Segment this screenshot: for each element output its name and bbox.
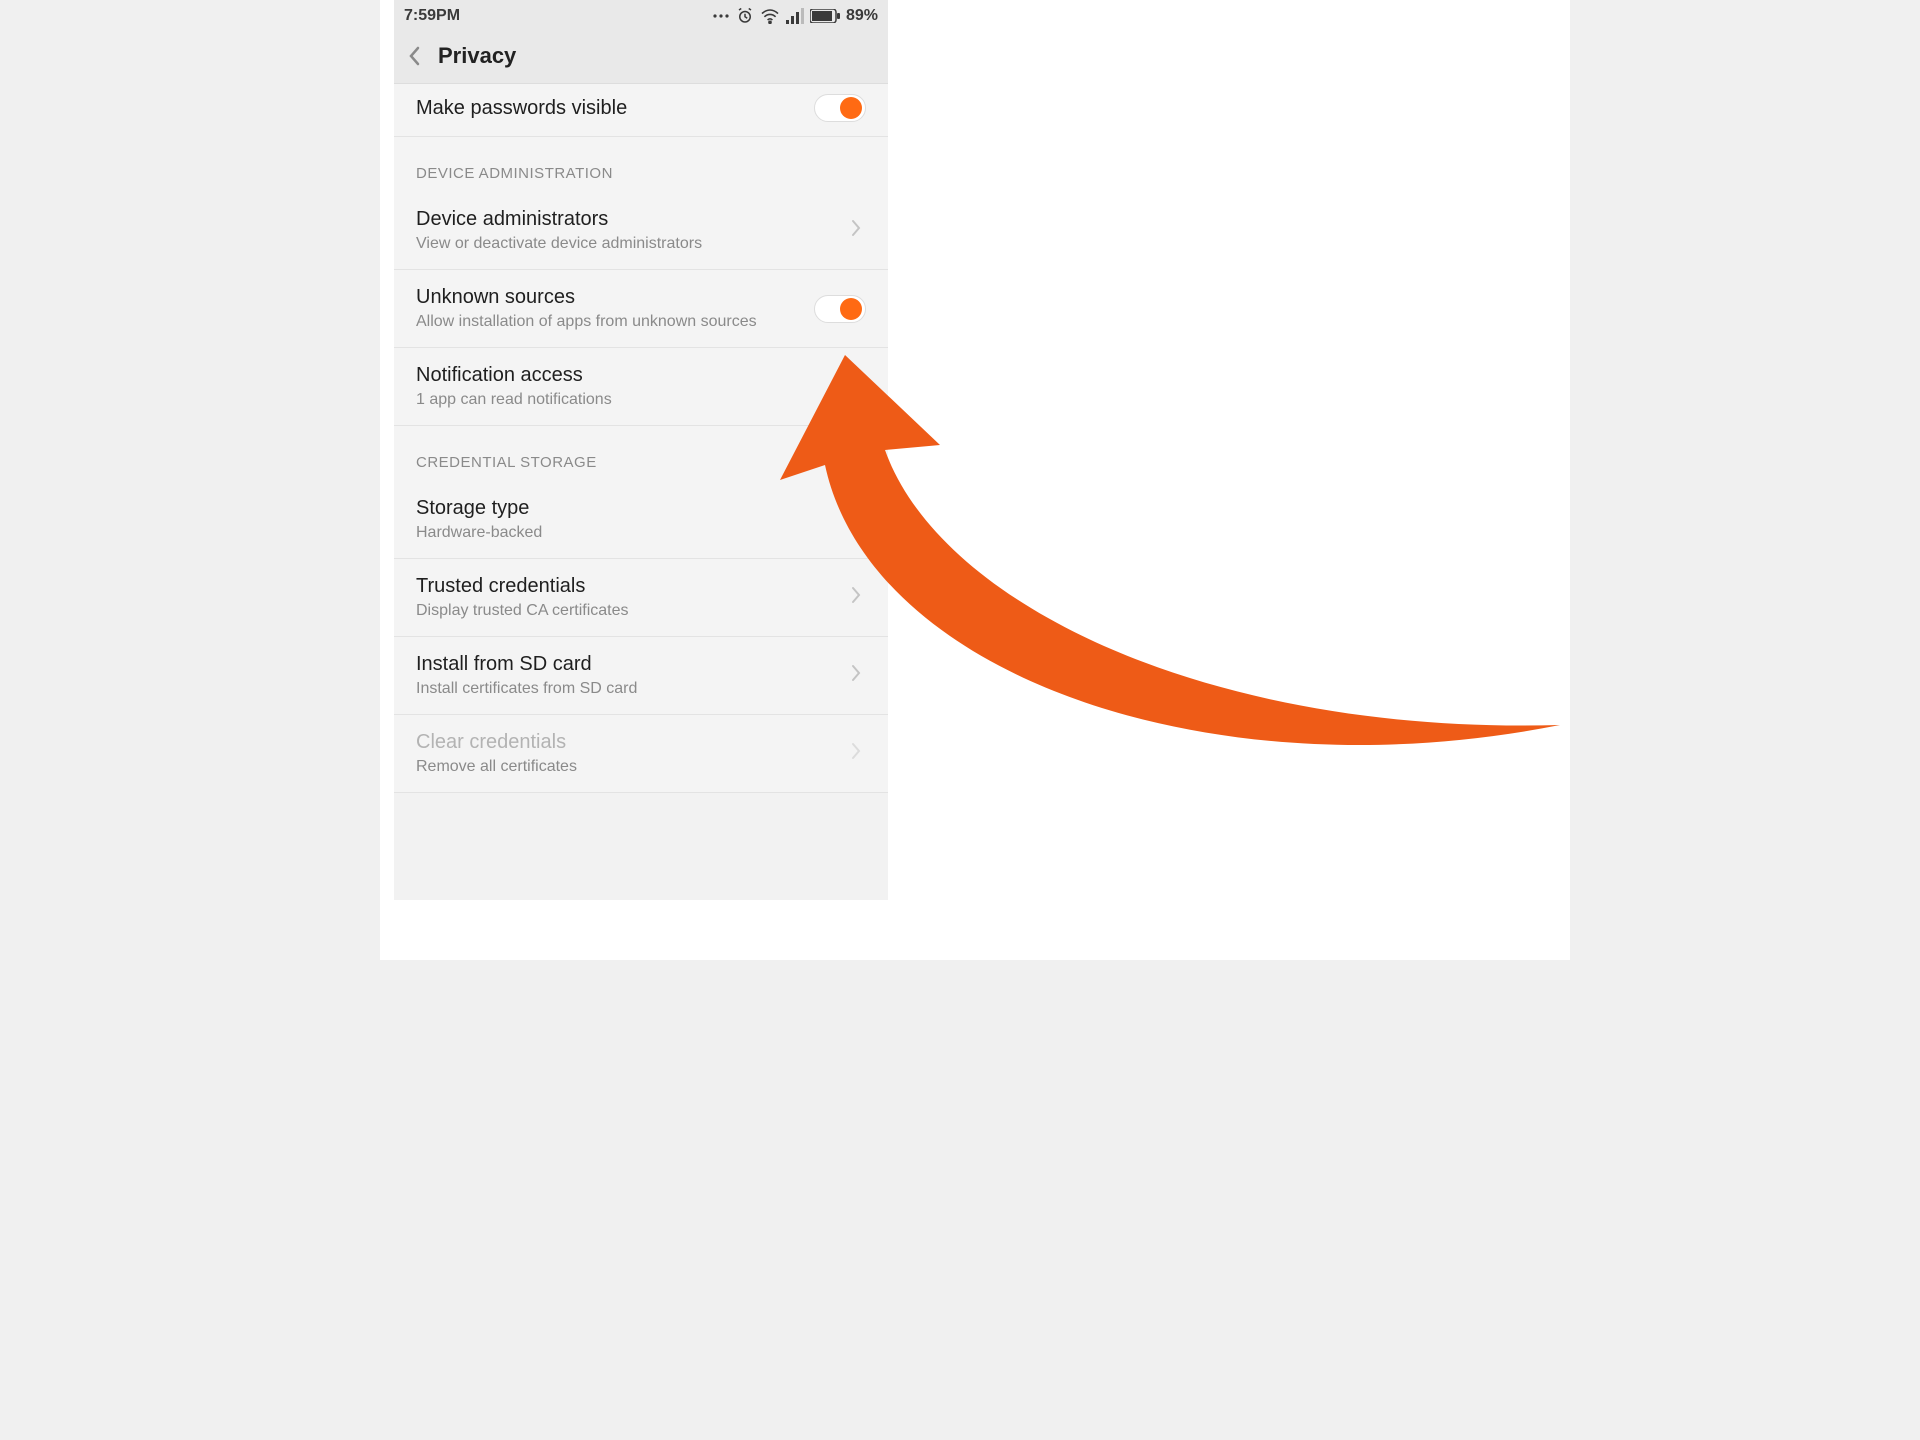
row-title: Device administrators (416, 208, 836, 231)
section-device-administration: DEVICE ADMINISTRATION (394, 137, 888, 192)
row-trusted-credentials[interactable]: Trusted credentials Display trusted CA c… (394, 559, 888, 637)
row-install-from-sd[interactable]: Install from SD card Install certificate… (394, 637, 888, 715)
chevron-right-icon (850, 741, 866, 766)
toggle-knob-icon (840, 298, 862, 320)
row-title: Storage type (416, 497, 866, 520)
row-subtitle: Allow installation of apps from unknown … (416, 313, 800, 331)
row-clear-credentials: Clear credentials Remove all certificate… (394, 715, 888, 793)
unknown-sources-toggle[interactable] (814, 295, 866, 323)
row-unknown-sources[interactable]: Unknown sources Allow installation of ap… (394, 270, 888, 348)
alarm-icon (736, 7, 754, 25)
row-subtitle: View or deactivate device administrators (416, 235, 836, 253)
status-right-cluster: 89% (712, 7, 878, 25)
chevron-right-icon (850, 218, 866, 243)
make-passwords-visible-toggle[interactable] (814, 94, 866, 122)
row-make-passwords-visible[interactable]: Make passwords visible (394, 84, 888, 137)
battery-icon (810, 9, 840, 23)
row-title: Unknown sources (416, 286, 800, 309)
header-title: Privacy (438, 43, 516, 69)
row-device-administrators[interactable]: Device administrators View or deactivate… (394, 192, 888, 270)
more-dots-icon (712, 9, 730, 23)
row-notification-access[interactable]: Notification access 1 app can read notif… (394, 348, 888, 426)
chevron-right-icon (850, 663, 866, 688)
row-subtitle: 1 app can read notifications (416, 391, 866, 409)
row-storage-type[interactable]: Storage type Hardware-backed (394, 481, 888, 559)
row-title: Trusted credentials (416, 575, 836, 598)
app-header: Privacy (394, 28, 888, 84)
row-subtitle: Hardware-backed (416, 524, 866, 542)
status-battery-text: 89% (846, 7, 878, 25)
row-subtitle: Display trusted CA certificates (416, 602, 836, 620)
signal-icon (786, 8, 804, 24)
row-title: Install from SD card (416, 653, 836, 676)
wifi-icon (760, 8, 780, 24)
settings-list: Make passwords visible DEVICE ADMINISTRA… (394, 84, 888, 793)
chevron-right-icon (850, 585, 866, 610)
row-subtitle: Install certificates from SD card (416, 680, 836, 698)
image-canvas: 7:59PM 89% (380, 0, 1570, 960)
section-credential-storage: CREDENTIAL STORAGE (394, 426, 888, 481)
status-time: 7:59PM (404, 7, 460, 25)
back-icon[interactable] (406, 42, 424, 70)
status-bar: 7:59PM 89% (394, 0, 888, 28)
toggle-knob-icon (840, 97, 862, 119)
row-title: Make passwords visible (416, 97, 800, 120)
phone-frame: 7:59PM 89% (394, 0, 888, 900)
row-subtitle: Remove all certificates (416, 758, 836, 776)
row-title: Notification access (416, 364, 866, 387)
annotation-arrow-icon (780, 355, 1560, 795)
row-title: Clear credentials (416, 731, 836, 754)
